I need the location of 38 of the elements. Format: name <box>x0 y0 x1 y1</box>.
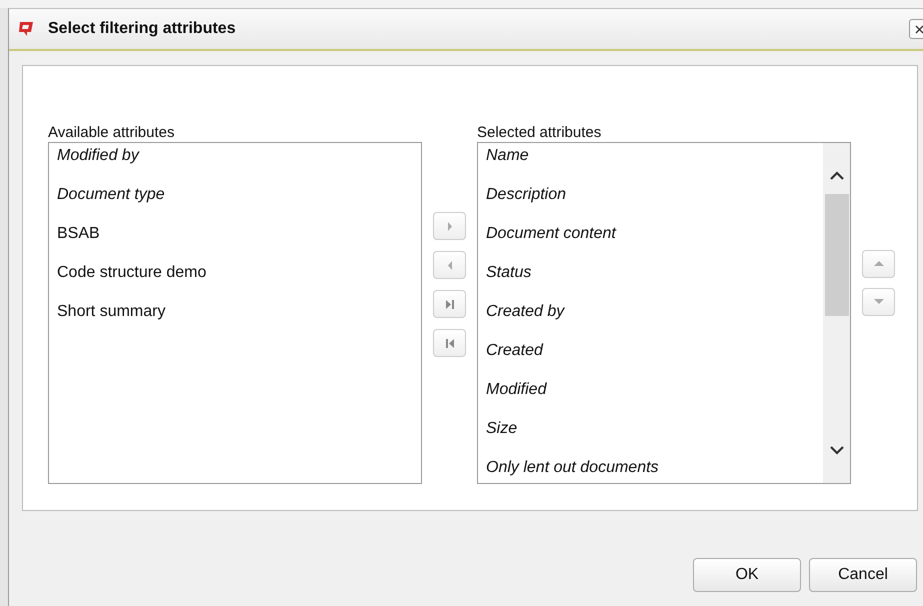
list-item[interactable]: Document type <box>57 186 413 225</box>
list-item[interactable]: Created by <box>486 303 815 342</box>
right-triangle-icon <box>446 222 452 230</box>
skip-right-icon <box>446 300 454 308</box>
list-item[interactable]: Document content <box>486 225 815 264</box>
list-item[interactable]: Status <box>486 264 815 303</box>
move-right-button[interactable] <box>433 212 466 240</box>
list-item[interactable]: Modified <box>486 381 815 420</box>
list-item[interactable]: Created <box>486 342 815 381</box>
list-label: Available attributes <box>48 124 176 142</box>
chevron-down-icon <box>830 446 844 455</box>
list-item[interactable]: Code structure demo <box>57 264 413 303</box>
move-all-left-button[interactable] <box>433 329 466 357</box>
chevron-up-icon <box>830 171 844 180</box>
move-left-button[interactable] <box>433 251 466 279</box>
logo-icon <box>17 20 35 38</box>
cancel-button[interactable]: Cancel <box>809 558 917 592</box>
window-title: Select filtering attributes <box>48 20 237 38</box>
list-item[interactable]: Description <box>486 186 815 225</box>
move-down-button[interactable] <box>862 288 895 316</box>
list-item[interactable]: BSAB <box>57 225 413 264</box>
left-triangle-icon <box>446 260 452 270</box>
list-label: Selected attributes <box>477 124 602 142</box>
skip-left-icon <box>446 338 454 348</box>
down-triangle-icon <box>874 299 884 305</box>
move-all-right-button[interactable] <box>433 290 466 318</box>
list-item[interactable]: Short summary <box>57 303 413 342</box>
close-icon <box>914 24 923 34</box>
list-item[interactable]: Modified by <box>57 147 413 186</box>
ok-button[interactable]: OK <box>693 558 801 592</box>
list-item[interactable]: Size <box>486 420 815 459</box>
scrollbar-thumb[interactable] <box>824 194 848 316</box>
move-up-button[interactable] <box>862 250 895 278</box>
close-button[interactable] <box>909 19 923 39</box>
up-triangle-icon <box>874 261 884 267</box>
scrollbar[interactable] <box>823 143 850 483</box>
list-item[interactable]: Only lent out documents <box>486 459 815 483</box>
list-item[interactable]: Name <box>486 147 815 186</box>
